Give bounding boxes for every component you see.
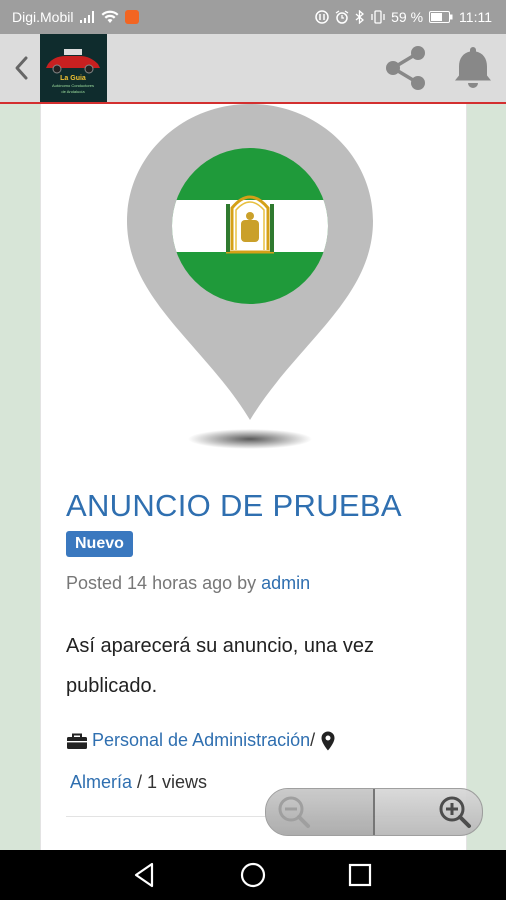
zoom-in-icon (439, 796, 471, 828)
location-pin-icon (321, 731, 335, 750)
wifi-icon (101, 10, 119, 23)
zoom-out-button[interactable] (266, 789, 373, 835)
carrier-label: Digi.Mobil (12, 9, 74, 25)
listing-description: Así aparecerá su anuncio, una vez public… (66, 635, 374, 697)
zoom-controls (265, 788, 483, 836)
app-bar: La Guia Autónomo Conductores de Andalucí… (0, 34, 506, 104)
status-bar: Digi.Mobil 59 % 11:11 (0, 0, 506, 34)
svg-text:La Guia: La Guia (60, 75, 86, 82)
nav-home-icon[interactable] (238, 860, 268, 890)
nav-recents-icon[interactable] (345, 860, 375, 890)
clock: 11:11 (459, 9, 492, 25)
posted-text: Posted 14 horas ago by (66, 573, 262, 593)
battery-percent: 59 % (391, 9, 424, 25)
nav-back-icon[interactable] (130, 860, 160, 890)
alarm-icon (335, 10, 349, 24)
author-link[interactable]: admin (261, 573, 310, 593)
signal-icon (80, 11, 95, 23)
app-logo[interactable]: La Guia Autónomo Conductores de Andalucí… (40, 34, 107, 102)
bluetooth-icon (355, 10, 365, 24)
data-saver-icon (315, 10, 329, 24)
location-link[interactable]: Almería (70, 772, 132, 792)
location-line: Almería / 1 views (70, 772, 207, 793)
share-icon[interactable] (382, 43, 430, 93)
vibrate-icon (371, 10, 385, 24)
page-content[interactable]: ANUNCIO DE PRUEBA Nuevo Posted 14 horas … (0, 104, 506, 850)
views-count: / 1 views (132, 772, 208, 792)
battery-icon (429, 11, 453, 23)
zoom-in-button[interactable] (375, 789, 482, 835)
category-line: Personal de Administración / (66, 730, 335, 751)
zoom-out-icon (278, 796, 310, 828)
briefcase-icon (67, 733, 87, 749)
listing-card: ANUNCIO DE PRUEBA Nuevo Posted 14 horas … (40, 104, 467, 850)
svg-text:de Andalucía: de Andalucía (61, 89, 85, 94)
category-link[interactable]: Personal de Administración (92, 730, 310, 751)
bell-icon[interactable] (450, 43, 496, 93)
map-pin-icon (127, 104, 373, 449)
notification-icon (125, 10, 140, 24)
separator: / (310, 730, 316, 750)
back-arrow-icon[interactable] (10, 52, 34, 84)
svg-text:Autónomo Conductores: Autónomo Conductores (52, 83, 94, 88)
listing-title: ANUNCIO DE PRUEBA (66, 488, 402, 523)
navigation-bar (0, 850, 506, 900)
car-logo-icon: La Guia Autónomo Conductores de Andalucí… (40, 34, 107, 102)
status-badge: Nuevo (66, 531, 133, 557)
posted-meta: Posted 14 horas ago by admin (66, 573, 310, 594)
